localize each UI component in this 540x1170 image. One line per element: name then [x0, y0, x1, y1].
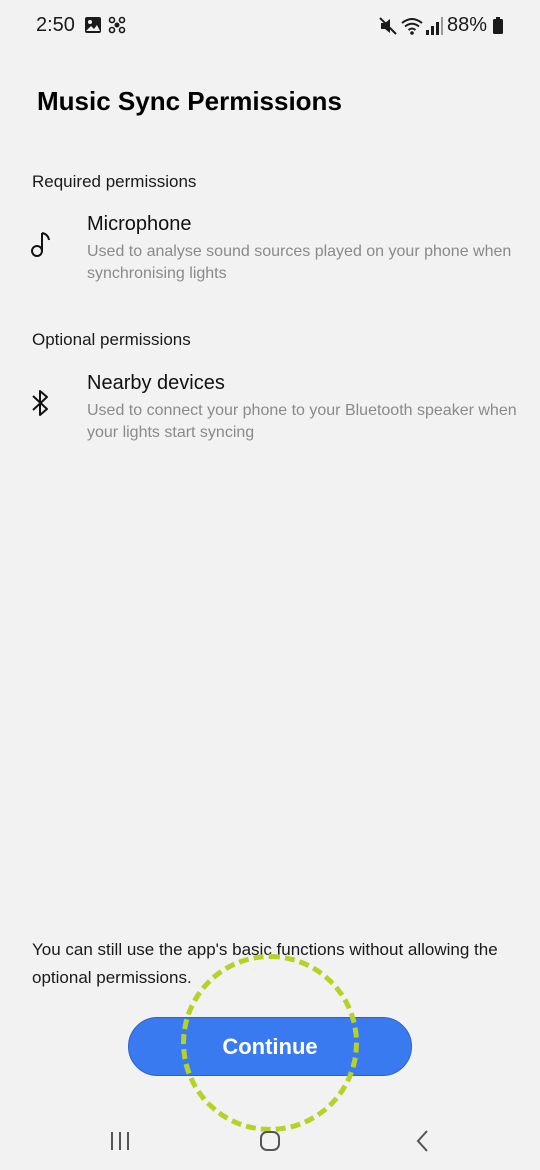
mute-icon: [379, 17, 397, 35]
status-bar: 2:50 88%: [0, 0, 540, 54]
continue-button[interactable]: Continue: [128, 1017, 412, 1076]
gallery-icon: [85, 17, 101, 33]
home-button[interactable]: [250, 1126, 290, 1156]
recents-icon: [111, 1132, 129, 1150]
optional-permissions-label: Optional permissions: [32, 330, 191, 349]
home-icon: [260, 1131, 280, 1151]
back-icon: [416, 1130, 428, 1152]
back-button[interactable]: [403, 1126, 443, 1156]
permission-title: Nearby devices: [87, 372, 225, 394]
permission-title: Microphone: [87, 213, 192, 235]
status-time: 2:50: [36, 14, 75, 36]
recents-button[interactable]: [100, 1126, 140, 1156]
battery-icon: [493, 17, 503, 34]
page-title: Music Sync Permissions: [37, 86, 342, 116]
permission-description: Used to connect your phone to your Bluet…: [87, 402, 517, 441]
wifi-icon: [401, 18, 423, 35]
permission-description: Used to analyse sound sources played on …: [87, 243, 512, 282]
nearby-devices-permission: Nearby devices Used to connect your phon…: [0, 372, 540, 462]
footer-note: You can still use the app's basic functi…: [32, 940, 498, 987]
app-notification-icon: [108, 16, 126, 34]
required-permissions-label: Required permissions: [32, 172, 197, 191]
battery-percent: 88%: [447, 14, 488, 36]
bluetooth-icon: [32, 390, 48, 416]
signal-icon: [426, 17, 443, 35]
navigation-bar: [0, 1110, 540, 1170]
music-note-icon: [31, 232, 50, 257]
microphone-permission: Microphone Used to analyse sound sources…: [0, 213, 540, 303]
permissions-screen: 2:50 88% Music Sync Permissions Required…: [0, 0, 540, 1170]
